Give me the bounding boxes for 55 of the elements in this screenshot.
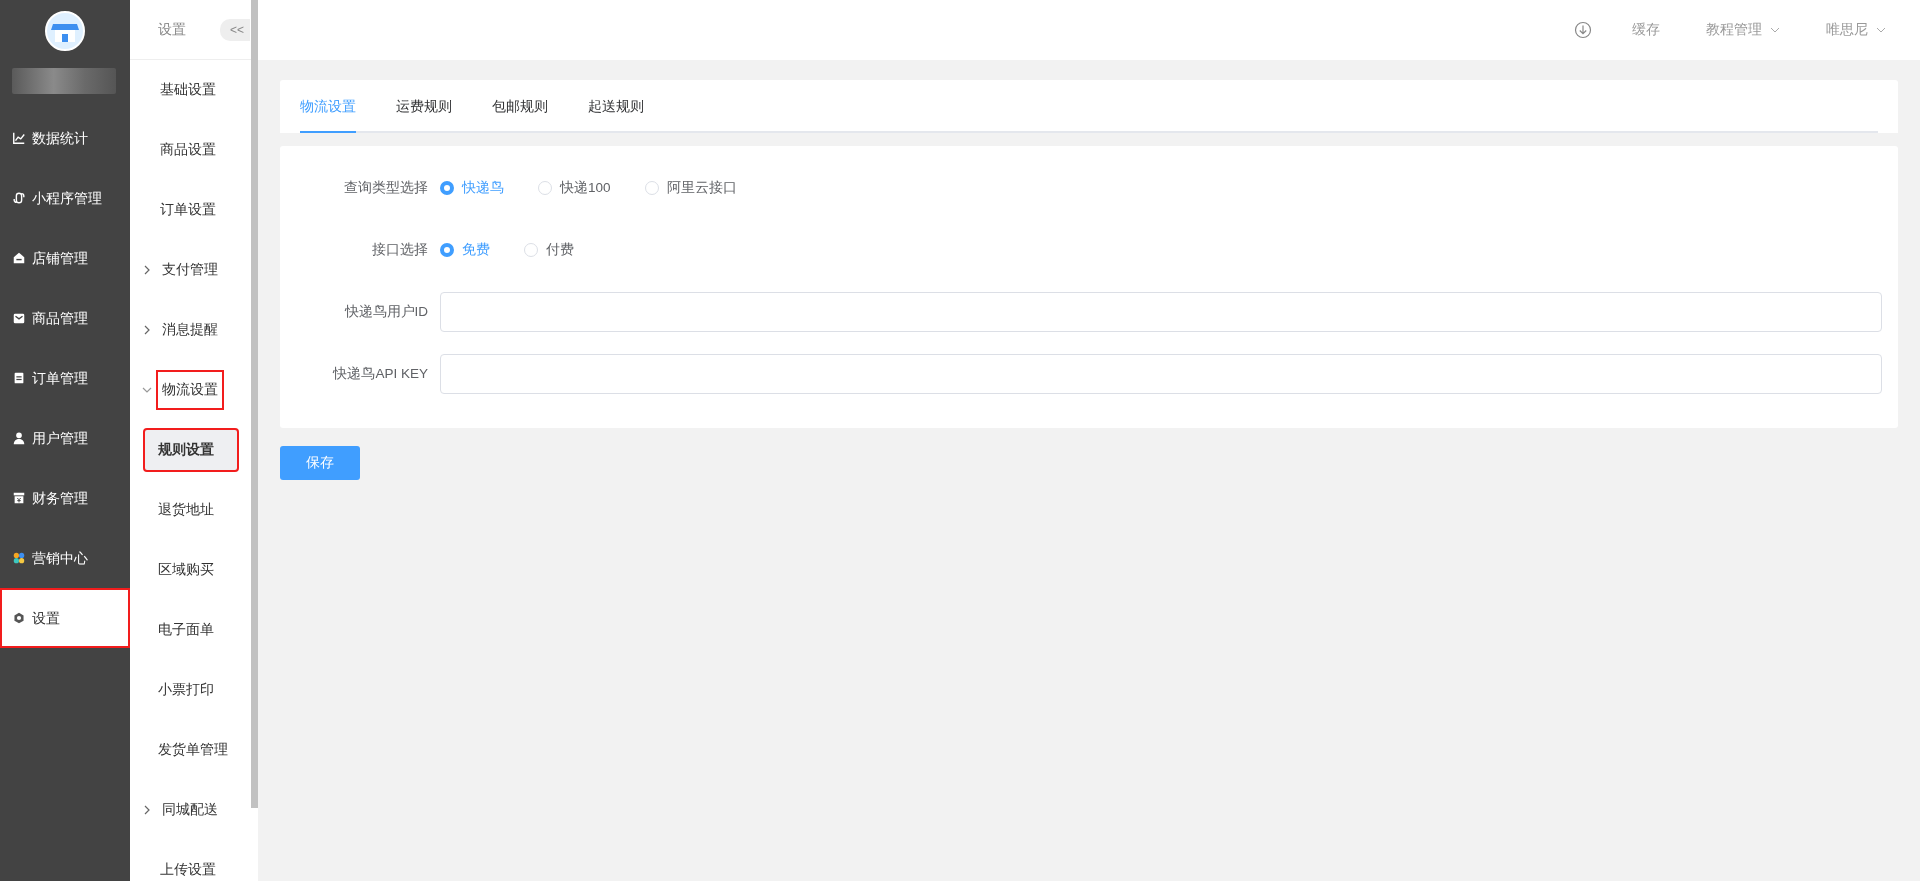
- chevron-down-icon: [142, 385, 152, 395]
- field-label: 快递鸟API KEY: [331, 364, 429, 383]
- submenu-item[interactable]: 订单设置: [130, 180, 252, 240]
- submenu-item[interactable]: 发货单管理: [144, 729, 238, 771]
- menu-item[interactable]: 财务管理: [0, 468, 130, 528]
- group-label: 支付管理: [161, 260, 219, 279]
- chart-icon: [12, 131, 26, 145]
- menu-item[interactable]: 店铺管理: [0, 228, 130, 288]
- menu-group[interactable]: 物流设置: [130, 360, 252, 420]
- field-label: 快递鸟用户ID: [343, 302, 429, 321]
- caret-icon: [1876, 25, 1886, 35]
- chevron-right-icon: [142, 265, 152, 275]
- input-field[interactable]: [440, 292, 1882, 332]
- link-icon: [12, 191, 26, 205]
- caret-icon: [1770, 25, 1780, 35]
- radio-option[interactable]: 付费: [524, 239, 574, 261]
- wallet-icon: [12, 491, 26, 505]
- menu-item[interactable]: 数据统计: [0, 108, 130, 168]
- dots-icon: [12, 551, 26, 565]
- field-label: 接口选择: [371, 240, 429, 259]
- submenu-item[interactable]: 基础设置: [130, 60, 252, 120]
- tab[interactable]: 运费规则: [396, 96, 452, 133]
- chevron-right-icon: [142, 805, 152, 815]
- house-icon: [12, 251, 26, 265]
- tab[interactable]: 包邮规则: [492, 96, 548, 133]
- chevron-right-icon: [142, 325, 152, 335]
- download-icon[interactable]: [1574, 21, 1592, 39]
- submenu-item[interactable]: 规则设置: [144, 429, 238, 471]
- group-label: 同城配送: [161, 800, 219, 819]
- menu-item[interactable]: 设置: [0, 588, 130, 648]
- radio-option[interactable]: 阿里云接口: [644, 177, 737, 199]
- menu-item[interactable]: 订单管理: [0, 348, 130, 408]
- settings-icon: [12, 611, 26, 625]
- scrollbar[interactable]: [251, 0, 258, 808]
- clipboard-icon: [12, 371, 26, 385]
- radio-option[interactable]: 快递100: [538, 177, 611, 199]
- menu-item[interactable]: 用户管理: [0, 408, 130, 468]
- field-label: 查询类型选择: [343, 178, 429, 197]
- input-field[interactable]: [440, 354, 1882, 394]
- user-icon: [12, 431, 26, 445]
- submenu-item[interactable]: 小票打印: [144, 669, 238, 711]
- menu-item[interactable]: 营销中心: [0, 528, 130, 588]
- submenu-item[interactable]: 退货地址: [144, 489, 238, 531]
- tab[interactable]: 起送规则: [588, 96, 644, 133]
- submenu-item[interactable]: 电子面单: [144, 609, 238, 651]
- store-logo-icon: [45, 11, 85, 51]
- submenu-item[interactable]: 区域购买: [144, 549, 238, 591]
- envelope-icon: [12, 311, 26, 325]
- group-label: 物流设置: [156, 369, 224, 411]
- submenu-item[interactable]: 上传设置: [130, 840, 252, 881]
- menu-item[interactable]: 商品管理: [0, 288, 130, 348]
- panel-title: 设置: [158, 20, 186, 39]
- submenu-item[interactable]: 商品设置: [130, 120, 252, 180]
- group-label: 消息提醒: [161, 320, 219, 339]
- menu-item[interactable]: 小程序管理: [0, 168, 130, 228]
